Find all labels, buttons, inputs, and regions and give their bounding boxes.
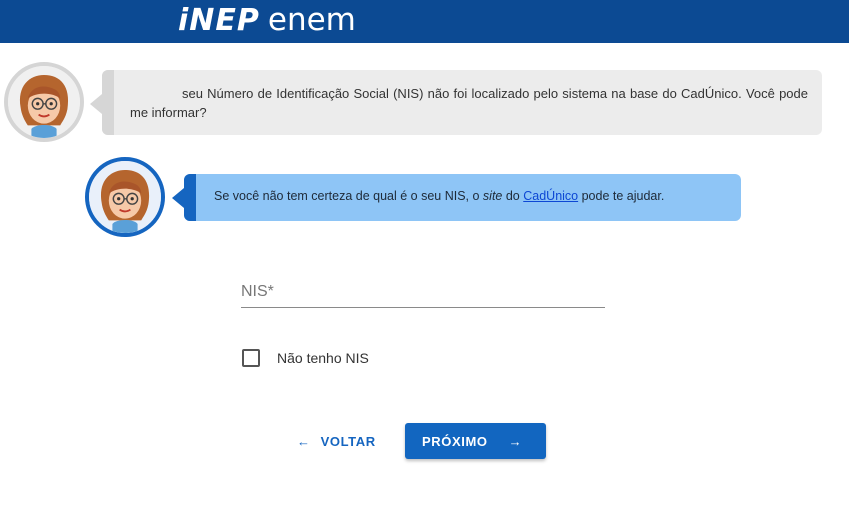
bubble-tail xyxy=(172,188,184,208)
hint-text-middle: do xyxy=(502,189,524,203)
hint-text-italic: site xyxy=(482,189,503,203)
arrow-right-icon: → xyxy=(508,433,523,449)
next-button[interactable]: PRÓXIMO → xyxy=(405,423,546,459)
no-nis-checkbox[interactable] xyxy=(242,349,260,367)
arrow-left-icon: ← xyxy=(297,433,311,449)
assistant-hint-bubble: Se você não tem certeza de qual é o seu … xyxy=(172,174,741,221)
assistant-avatar-icon xyxy=(4,62,84,142)
next-button-label: PRÓXIMO xyxy=(422,433,488,449)
assistant-message-text: seu Número de Identificação Social (NIS)… xyxy=(130,86,808,120)
bubble-tail xyxy=(90,94,102,114)
assistant-avatar-icon xyxy=(85,157,165,237)
cadunico-link[interactable]: CadÚnico xyxy=(523,189,578,203)
top-header-bar: iNEP enem xyxy=(0,0,849,43)
bubble-accent xyxy=(102,70,114,135)
assistant-hint-text: Se você não tem certeza de qual é o seu … xyxy=(214,189,664,203)
bubble-accent xyxy=(184,174,196,221)
nis-field xyxy=(241,270,605,310)
assistant-message-bubble: seu Número de Identificação Social (NIS)… xyxy=(90,70,822,135)
hint-text-start: Se você não tem certeza de qual é o seu … xyxy=(214,189,483,203)
enem-logo-text: enem xyxy=(267,2,356,38)
back-button[interactable]: ← VOLTAR xyxy=(297,430,376,452)
back-button-label: VOLTAR xyxy=(320,433,376,449)
nis-input[interactable] xyxy=(241,270,605,308)
hint-text-end: pode te ajudar. xyxy=(578,189,665,203)
inep-logo-text: iNEP xyxy=(178,3,260,38)
no-nis-label: Não tenho NIS xyxy=(277,350,369,366)
no-nis-checkbox-row[interactable]: Não tenho NIS xyxy=(242,348,369,368)
inep-enem-logo: iNEP enem xyxy=(178,2,356,38)
